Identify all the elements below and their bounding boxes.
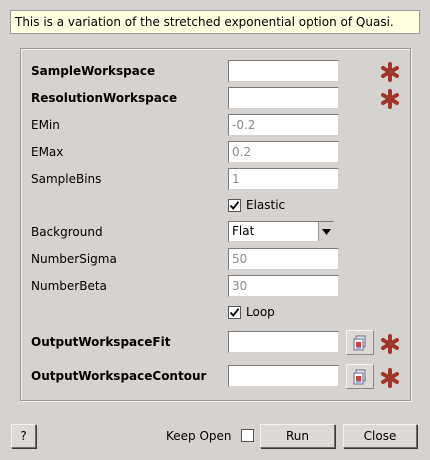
keep-open-checkbox[interactable] [241,429,254,442]
loop-label: Loop [246,305,275,319]
output-workspace-fit-browse-button[interactable] [346,330,374,355]
run-button[interactable]: Run [260,424,335,448]
background-select[interactable]: Flat [228,221,334,242]
browse-file-icon [353,335,366,350]
number-beta-label: NumberBeta [31,279,107,293]
output-workspace-contour-browse-button[interactable] [346,364,374,389]
algorithm-description: This is a variation of the stretched exp… [10,10,420,34]
sample-bins-label: SampleBins [31,172,102,186]
number-sigma-input[interactable] [228,248,339,270]
elastic-checkbox-box[interactable] [228,198,241,212]
emin-input[interactable] [228,114,339,136]
required-asterisk-icon [381,368,399,388]
emin-label: EMin [31,118,60,132]
emax-input[interactable] [228,141,339,163]
close-button[interactable]: Close [343,424,417,448]
browse-file-icon [353,369,366,384]
loop-checkbox-box[interactable] [228,305,241,319]
output-workspace-contour-input[interactable] [228,365,339,387]
background-label: Background [31,225,103,239]
resolution-workspace-input[interactable] [228,87,339,109]
checkmark-icon [229,200,240,210]
number-sigma-label: NumberSigma [31,252,117,266]
checkmark-icon [229,307,240,317]
output-workspace-contour-label: OutputWorkspaceContour [31,369,207,383]
elastic-label: Elastic [246,198,286,212]
output-workspace-fit-input[interactable] [228,331,339,353]
help-button[interactable]: ? [11,424,36,448]
sample-workspace-input[interactable] [228,60,339,82]
required-asterisk-icon [381,89,399,109]
sample-workspace-label: SampleWorkspace [31,64,156,78]
chevron-down-icon[interactable] [318,222,333,241]
sample-bins-input[interactable] [228,168,339,190]
emax-label: EMax [31,145,64,159]
background-selected-value: Flat [232,224,255,238]
required-asterisk-icon [381,334,399,354]
elastic-checkbox[interactable]: Elastic [228,197,285,213]
resolution-workspace-label: ResolutionWorkspace [31,91,178,105]
keep-open-label: Keep Open [166,429,232,443]
number-beta-input[interactable] [228,275,339,297]
loop-checkbox[interactable]: Loop [228,304,275,320]
output-workspace-fit-label: OutputWorkspaceFit [31,335,171,349]
required-asterisk-icon [381,62,399,82]
